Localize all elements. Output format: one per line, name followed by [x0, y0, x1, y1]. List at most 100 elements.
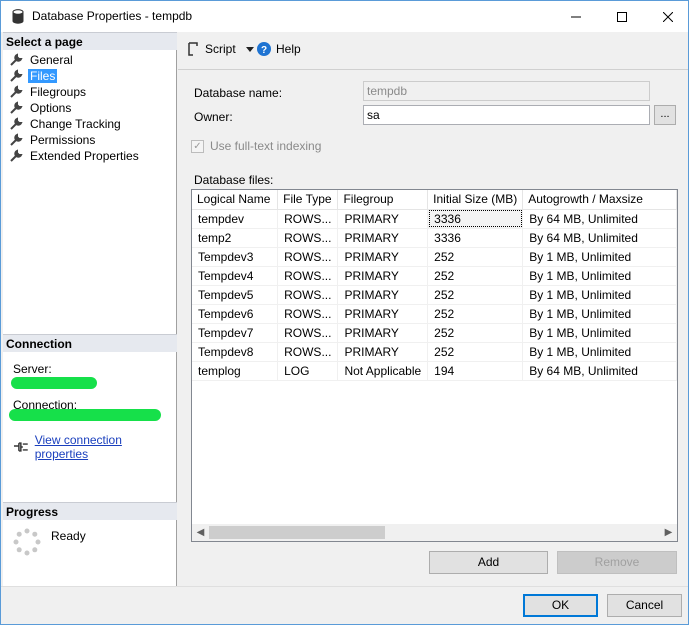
database-icon: [12, 9, 24, 24]
cell-logical-name[interactable]: temp2: [192, 228, 279, 248]
cell-file-type[interactable]: LOG: [277, 361, 339, 381]
table-row[interactable]: Tempdev5 ROWS... PRIMARY 252 By 1 MB, Un…: [192, 285, 677, 305]
cell-initial-size[interactable]: 3336: [427, 228, 524, 248]
table-row[interactable]: Tempdev4 ROWS... PRIMARY 252 By 1 MB, Un…: [192, 266, 677, 286]
table-row[interactable]: Tempdev8 ROWS... PRIMARY 252 By 1 MB, Un…: [192, 342, 677, 362]
wrench-icon: [10, 101, 23, 114]
cell-logical-name[interactable]: Tempdev4: [192, 266, 279, 286]
cell-logical-name[interactable]: Tempdev8: [192, 342, 279, 362]
cell-autogrowth[interactable]: By 1 MB, Unlimited: [522, 342, 677, 362]
cell-logical-name[interactable]: Tempdev3: [192, 247, 279, 267]
cell-filegroup[interactable]: PRIMARY: [337, 304, 429, 324]
cell-file-type[interactable]: ROWS...: [277, 266, 339, 286]
toolbar: Script ? Help: [178, 32, 688, 66]
cell-initial-size[interactable]: 3336: [427, 209, 524, 229]
cell-file-type[interactable]: ROWS...: [277, 228, 339, 248]
page-item-label: Change Tracking: [30, 117, 121, 131]
table-row[interactable]: Tempdev3 ROWS... PRIMARY 252 By 1 MB, Un…: [192, 247, 677, 267]
cell-autogrowth[interactable]: By 1 MB, Unlimited: [522, 285, 677, 305]
progress-spinner-icon: [13, 528, 41, 556]
cell-initial-size[interactable]: 252: [427, 342, 524, 362]
cell-filegroup[interactable]: PRIMARY: [337, 209, 429, 229]
wrench-icon: [10, 53, 23, 66]
cell-filegroup[interactable]: PRIMARY: [337, 342, 429, 362]
remove-button[interactable]: Remove: [557, 551, 677, 574]
cell-file-type[interactable]: ROWS...: [277, 304, 339, 324]
cell-autogrowth[interactable]: By 1 MB, Unlimited: [522, 266, 677, 286]
scroll-left-icon[interactable]: ◀: [192, 524, 209, 541]
maximize-button[interactable]: [599, 1, 645, 32]
cell-file-type[interactable]: ROWS...: [277, 247, 339, 267]
table-row[interactable]: Tempdev7 ROWS... PRIMARY 252 By 1 MB, Un…: [192, 323, 677, 343]
page-item-permissions[interactable]: Permissions: [9, 132, 141, 148]
scrollbar-thumb[interactable]: [209, 526, 385, 539]
page-item-extended-properties[interactable]: Extended Properties: [9, 148, 141, 164]
column-header-autogrowth[interactable]: Autogrowth / Maxsize: [522, 190, 677, 210]
cell-logical-name[interactable]: Tempdev7: [192, 323, 279, 343]
cancel-button[interactable]: Cancel: [607, 594, 682, 617]
cell-initial-size[interactable]: 194: [427, 361, 524, 381]
cell-filegroup[interactable]: PRIMARY: [337, 266, 429, 286]
cell-logical-name[interactable]: Tempdev6: [192, 304, 279, 324]
cell-file-type[interactable]: ROWS...: [277, 285, 339, 305]
page-item-files[interactable]: Files: [9, 68, 141, 84]
column-header-initial-size[interactable]: Initial Size (MB): [427, 190, 524, 210]
wrench-icon: [10, 69, 23, 82]
close-button[interactable]: [645, 1, 689, 32]
cell-autogrowth[interactable]: By 64 MB, Unlimited: [522, 361, 677, 381]
left-pane: Select a page General Files Filegroups O…: [3, 32, 177, 586]
scroll-right-icon[interactable]: ▶: [660, 524, 677, 541]
cell-filegroup[interactable]: PRIMARY: [337, 228, 429, 248]
browse-owner-button[interactable]: ...: [654, 105, 676, 125]
owner-field[interactable]: sa: [363, 105, 650, 125]
table-row[interactable]: tempdev ROWS... PRIMARY 3336 By 64 MB, U…: [192, 209, 677, 229]
view-connection-properties[interactable]: View connection properties: [13, 433, 176, 461]
cell-initial-size[interactable]: 252: [427, 266, 524, 286]
page-item-general[interactable]: General: [9, 52, 141, 68]
column-header-filegroup[interactable]: Filegroup: [337, 190, 429, 210]
cell-initial-size[interactable]: 252: [427, 323, 524, 343]
cell-logical-name[interactable]: tempdev: [192, 209, 279, 229]
table-row[interactable]: templog LOG Not Applicable 194 By 64 MB,…: [192, 361, 677, 381]
database-name-field: tempdb: [363, 81, 650, 101]
cell-logical-name[interactable]: templog: [192, 361, 279, 381]
ok-button[interactable]: OK: [523, 594, 598, 617]
cell-filegroup[interactable]: PRIMARY: [337, 285, 429, 305]
cell-autogrowth[interactable]: By 1 MB, Unlimited: [522, 304, 677, 324]
cell-file-type[interactable]: ROWS...: [277, 209, 339, 229]
page-item-label: Permissions: [30, 133, 96, 147]
files-page-content: Database name: tempdb Owner: sa ... ✓ Us…: [178, 69, 688, 586]
cell-initial-size[interactable]: 252: [427, 285, 524, 305]
cell-autogrowth[interactable]: By 1 MB, Unlimited: [522, 247, 677, 267]
cell-autogrowth[interactable]: By 1 MB, Unlimited: [522, 323, 677, 343]
script-button[interactable]: Script: [186, 42, 254, 56]
horizontal-scrollbar[interactable]: ◀ ▶: [192, 524, 677, 541]
table-row[interactable]: Tempdev6 ROWS... PRIMARY 252 By 1 MB, Un…: [192, 304, 677, 324]
cell-file-type[interactable]: ROWS...: [277, 342, 339, 362]
database-files-grid[interactable]: Logical Name File Type Filegroup Initial…: [191, 189, 678, 542]
column-header-file-type[interactable]: File Type: [277, 190, 339, 210]
cell-logical-name[interactable]: Tempdev5: [192, 285, 279, 305]
cell-filegroup[interactable]: PRIMARY: [337, 323, 429, 343]
fulltext-label: Use full-text indexing: [210, 139, 322, 153]
cell-autogrowth[interactable]: By 64 MB, Unlimited: [522, 228, 677, 248]
column-header-logical-name[interactable]: Logical Name: [192, 190, 279, 210]
help-button[interactable]: ? Help: [257, 42, 301, 56]
cell-autogrowth[interactable]: By 64 MB, Unlimited: [522, 209, 677, 229]
cell-initial-size[interactable]: 252: [427, 247, 524, 267]
cell-initial-size[interactable]: 252: [427, 304, 524, 324]
page-item-filegroups[interactable]: Filegroups: [9, 84, 141, 100]
chevron-down-icon[interactable]: [245, 46, 254, 52]
page-list: General Files Filegroups Options Change …: [9, 52, 141, 164]
cell-filegroup[interactable]: Not Applicable: [337, 361, 429, 381]
page-item-change-tracking[interactable]: Change Tracking: [9, 116, 141, 132]
connection-header: Connection: [3, 334, 177, 352]
page-item-options[interactable]: Options: [9, 100, 141, 116]
database-name-label: Database name:: [194, 86, 283, 100]
minimize-button[interactable]: [553, 1, 599, 32]
add-button[interactable]: Add: [429, 551, 548, 574]
cell-file-type[interactable]: ROWS...: [277, 323, 339, 343]
table-row[interactable]: temp2 ROWS... PRIMARY 3336 By 64 MB, Unl…: [192, 228, 677, 248]
cell-filegroup[interactable]: PRIMARY: [337, 247, 429, 267]
view-connection-link[interactable]: View connection properties: [35, 433, 176, 461]
